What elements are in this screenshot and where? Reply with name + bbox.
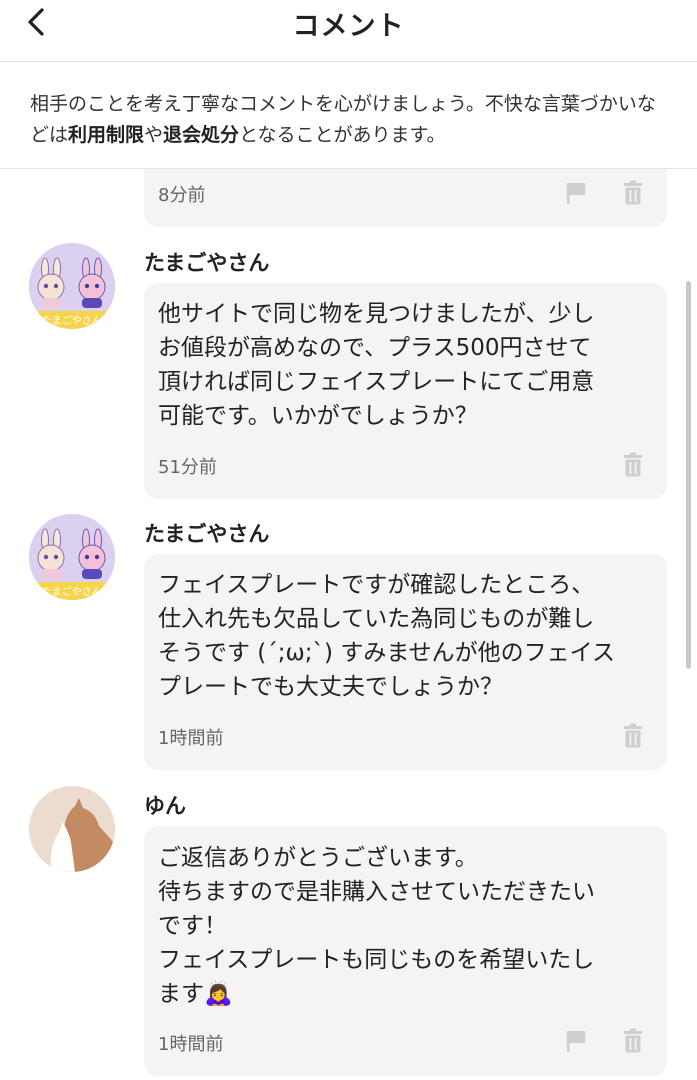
delete-button[interactable] <box>619 1027 647 1055</box>
delete-button[interactable] <box>619 722 647 750</box>
notice-text-end: となることがあります。 <box>239 124 446 146</box>
scrollbar[interactable] <box>686 281 691 669</box>
comment-time: 51分前 <box>158 457 217 478</box>
comment-guideline-notice: 相手のことを考え丁寧なコメントを心がけましょう。不快な言葉づかいなどは利用制限や… <box>0 62 697 169</box>
report-button[interactable] <box>562 179 590 207</box>
notice-bold-usage-restriction: 利用制限 <box>68 124 145 146</box>
cat-avatar-image <box>29 786 115 872</box>
trash-icon <box>624 723 642 748</box>
trash-icon <box>624 1028 642 1053</box>
notice-text-connector: や <box>144 124 164 146</box>
comment-time: 1時間前 <box>158 1034 224 1055</box>
comment-list[interactable]: 8分前 たまごやさん たまごやさん 他サイトで同じ物を見つけましたが、少し お値… <box>0 169 697 1080</box>
header-bar: コメント <box>0 0 697 62</box>
avatar-label: たまごやさん <box>42 314 102 327</box>
avatar-label: たまごやさん <box>42 585 102 598</box>
page-title: コメント <box>292 11 405 42</box>
comment-username[interactable]: たまごやさん <box>144 518 269 548</box>
comment-text: フェイスプレートですが確認したところ、 仕入れ先も欠品していた為同じものが難し … <box>158 572 615 700</box>
delete-button[interactable] <box>619 451 647 479</box>
comment-username[interactable]: ゆん <box>144 790 186 820</box>
comment-text: ご返信ありがとうございます。 待ちますので是非購入させていただきたい です！ フ… <box>158 845 595 1007</box>
notice-bold-withdrawal: 退会処分 <box>163 124 240 146</box>
comment-time: 1時間前 <box>158 728 224 749</box>
avatar[interactable] <box>29 786 115 872</box>
trash-icon <box>624 180 642 205</box>
trash-icon <box>624 452 642 477</box>
flag-icon <box>567 183 585 204</box>
comment-text: 他サイトで同じ物を見つけましたが、少し お値段が高めなので、プラス500円させて… <box>158 301 595 429</box>
report-button[interactable] <box>562 1027 590 1055</box>
avatar[interactable]: たまごやさん <box>29 243 115 329</box>
avatar[interactable]: たまごやさん <box>29 514 115 600</box>
bunny-characters-avatar-image: たまごやさん <box>29 243 115 329</box>
comment-time: 8分前 <box>158 185 206 206</box>
comment-username[interactable]: たまごやさん <box>144 247 269 277</box>
bunny-characters-avatar-image: たまごやさん <box>29 514 115 600</box>
delete-button[interactable] <box>619 179 647 207</box>
flag-icon <box>567 1031 585 1052</box>
